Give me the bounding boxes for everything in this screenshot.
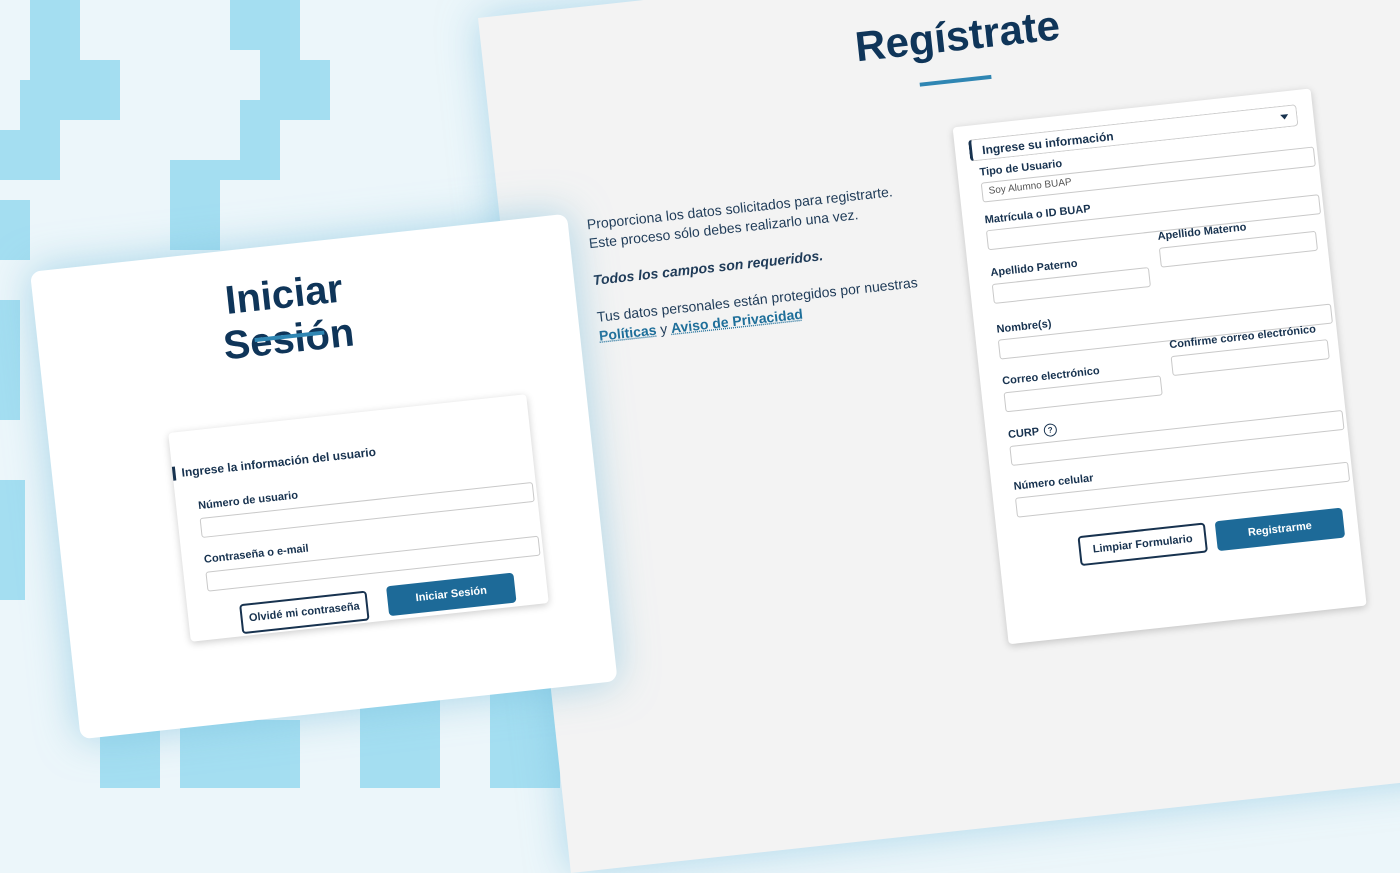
register-description: Proporciona los datos solicitados para r…	[586, 180, 930, 364]
curp-label: CURP	[1007, 425, 1040, 442]
login-section-title: Ingrese la información del usuario	[171, 444, 377, 481]
username-input[interactable]	[199, 481, 535, 539]
curp-input[interactable]	[1009, 409, 1345, 467]
clear-form-button[interactable]: Limpiar Formulario	[1077, 522, 1208, 567]
register-title: Regístrate	[852, 1, 1063, 71]
login-form-card: Ingrese la información del usuario Númer…	[168, 394, 549, 642]
register-form-card: Ingrese su información Tipo de Usuario S…	[952, 88, 1367, 645]
login-title: Iniciar Sesión	[221, 266, 357, 369]
login-button[interactable]: Iniciar Sesión	[386, 572, 517, 617]
register-panel: Regístrate Proporciona los datos solicit…	[478, 0, 1400, 873]
register-button[interactable]: Registrarme	[1214, 507, 1346, 552]
celular-input[interactable]	[1014, 461, 1351, 518]
forgot-password-button[interactable]: Olvidé mi contraseña	[239, 590, 370, 635]
privacy-connector: y	[659, 320, 668, 338]
help-icon[interactable]: ?	[1043, 422, 1058, 438]
caret-down-icon	[1280, 114, 1289, 120]
register-title-underline	[919, 74, 992, 87]
register-section-title: Ingrese su información	[981, 129, 1115, 158]
login-panel: Iniciar Sesión Ingrese la información de…	[30, 213, 618, 740]
policies-link[interactable]: Políticas	[598, 322, 657, 344]
